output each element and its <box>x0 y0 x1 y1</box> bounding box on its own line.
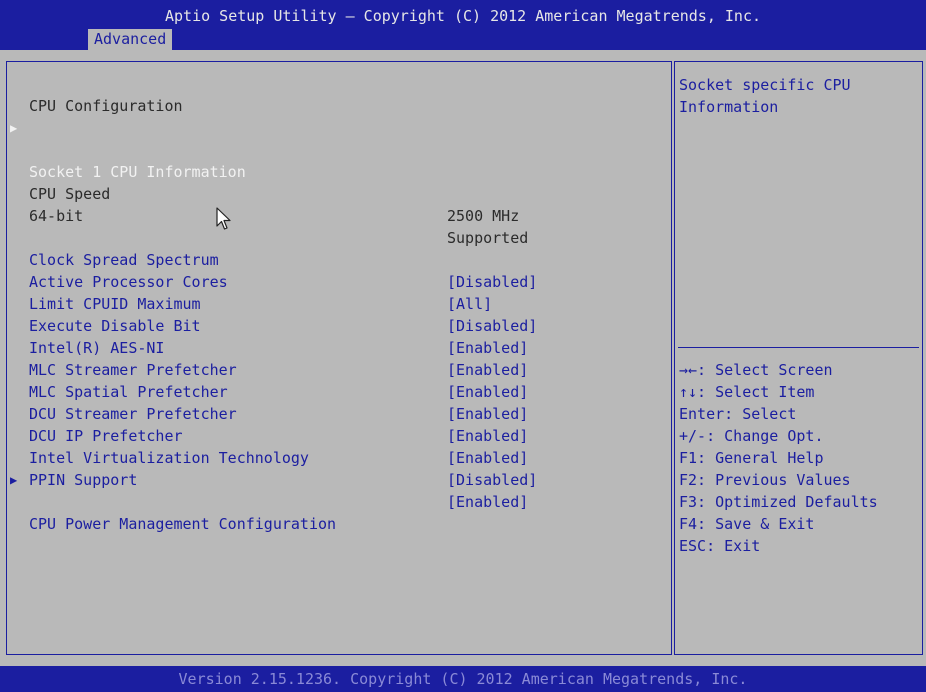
option-value[interactable]: [Enabled] <box>447 403 528 425</box>
info-value: 2500 MHz <box>447 207 520 225</box>
info-row-cpu-speed: CPU Speed 2500 MHz <box>7 161 519 225</box>
info-label: 64-bit <box>29 207 84 225</box>
option-value[interactable]: [Enabled] <box>447 447 528 469</box>
help-panel: Socket specific CPU Information →←: Sele… <box>674 61 923 655</box>
help-text: Socket specific CPU Information <box>679 76 860 116</box>
option-label: Intel Virtualization Technology <box>29 449 309 467</box>
header-bar: Aptio Setup Utility – Copyright (C) 2012… <box>0 0 926 50</box>
app-title: Aptio Setup Utility – Copyright (C) 2012… <box>164 7 762 25</box>
key-hint: +/-: Change Opt. <box>679 427 824 445</box>
settings-panel: CPU Configuration ▶ Socket 1 CPU Informa… <box>6 61 672 655</box>
section-title-row: CPU Configuration <box>7 73 183 115</box>
option-row-dcu-ip-prefetcher[interactable]: DCU IP Prefetcher [Enabled] <box>7 403 528 467</box>
menu-item-socket-info-label: Socket 1 CPU Information <box>29 163 246 181</box>
info-value: Supported <box>447 229 529 247</box>
key-hint: ESC: Exit <box>679 537 761 555</box>
option-value[interactable]: [Disabled] <box>447 271 537 293</box>
submenu-arrow-icon: ▶ <box>10 473 18 487</box>
option-value[interactable]: [Disabled] <box>447 469 537 491</box>
option-value[interactable]: [Disabled] <box>447 315 537 337</box>
key-hint: ↑↓: Select Item <box>679 383 815 401</box>
help-divider <box>678 347 919 348</box>
key-hint: F3: Optimized Defaults <box>679 493 878 511</box>
key-hint: F2: Previous Values <box>679 471 851 489</box>
info-row-64bit: 64-bit Supported <box>7 183 528 247</box>
menu-item-cpu-power-management-label: CPU Power Management Configuration <box>29 515 337 533</box>
key-hint: →←: Select Screen <box>679 361 833 379</box>
main-frame: CPU Configuration ▶ Socket 1 CPU Informa… <box>0 50 926 666</box>
submenu-arrow-icon: ▶ <box>10 121 18 135</box>
option-row-ppin-support[interactable]: PPIN Support [Enabled] <box>7 447 528 511</box>
option-row-limit-cpuid-maximum[interactable]: Limit CPUID Maximum [Disabled] <box>7 271 537 335</box>
section-title: CPU Configuration <box>29 97 183 115</box>
option-row-active-processor-cores[interactable]: Active Processor Cores [All] <box>7 249 492 313</box>
footer-bar: Version 2.15.1236. Copyright (C) 2012 Am… <box>0 666 926 692</box>
menu-item-cpu-power-management[interactable]: ▶ CPU Power Management Configuration <box>7 469 336 533</box>
option-row-dcu-streamer-prefetcher[interactable]: DCU Streamer Prefetcher [Enabled] <box>7 381 528 445</box>
menu-item-socket-info[interactable]: ▶ Socket 1 CPU Information <box>7 117 246 181</box>
option-row-virtualization-technology[interactable]: Intel Virtualization Technology [Disable… <box>7 425 537 489</box>
option-row-clock-spread-spectrum[interactable]: Clock Spread Spectrum [Disabled] <box>7 227 537 291</box>
option-value[interactable]: [Enabled] <box>447 425 528 447</box>
option-row-execute-disable-bit[interactable]: Execute Disable Bit [Enabled] <box>7 293 528 357</box>
mouse-cursor-icon <box>216 207 231 230</box>
key-hint: F1: General Help <box>679 449 824 467</box>
option-row-mlc-spatial-prefetcher[interactable]: MLC Spatial Prefetcher [Enabled] <box>7 359 528 423</box>
option-value[interactable]: [Enabled] <box>447 491 528 513</box>
key-hint: Enter: Select <box>679 405 797 423</box>
key-hint: F4: Save & Exit <box>679 515 815 533</box>
tab-advanced[interactable]: Advanced <box>88 29 173 50</box>
option-value[interactable]: [All] <box>447 293 492 315</box>
footer-version-text: Version 2.15.1236. Copyright (C) 2012 Am… <box>178 670 748 688</box>
option-value[interactable]: [Enabled] <box>447 381 528 403</box>
option-row-mlc-streamer-prefetcher[interactable]: MLC Streamer Prefetcher [Enabled] <box>7 337 528 401</box>
option-row-aes-ni[interactable]: Intel(R) AES-NI [Enabled] <box>7 315 528 379</box>
option-value[interactable]: [Enabled] <box>447 359 528 381</box>
option-value[interactable]: [Enabled] <box>447 337 528 359</box>
